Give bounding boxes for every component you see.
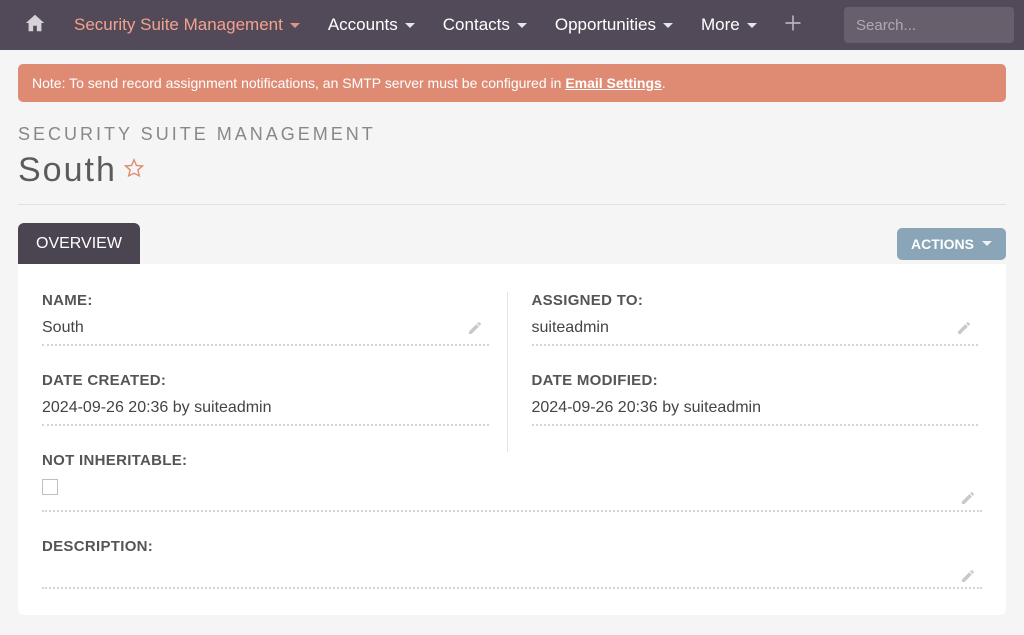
chevron-down-icon: [290, 23, 300, 28]
field-value: 2024-09-26 20:36 by suiteadmin: [532, 399, 979, 426]
actions-label: ACTIONS: [911, 236, 974, 252]
tab-overview[interactable]: OVERVIEW: [18, 223, 140, 264]
overview-panel: NAME: South ASSIGNED TO: suiteadmin DATE…: [18, 264, 1006, 615]
smtp-alert: Note: To send record assignment notifica…: [18, 64, 1006, 102]
actions-button[interactable]: ACTIONS: [897, 228, 1006, 260]
field-assigned-to: ASSIGNED TO: suiteadmin: [532, 292, 979, 346]
field-label: DESCRIPTION:: [42, 538, 982, 555]
nav-more[interactable]: More: [687, 15, 771, 35]
nav-label: Security Suite Management: [74, 15, 283, 35]
header-divider: [18, 204, 1006, 205]
home-icon[interactable]: [10, 12, 60, 39]
chevron-down-icon: [663, 23, 673, 28]
top-nav: Security Suite Management Accounts Conta…: [0, 0, 1024, 50]
field-date-modified: DATE MODIFIED: 2024-09-26 20:36 by suite…: [532, 372, 979, 426]
chevron-down-icon: [405, 23, 415, 28]
nav-opportunities[interactable]: Opportunities: [541, 15, 687, 35]
field-value: [42, 479, 982, 512]
nav-security-suite-management[interactable]: Security Suite Management: [60, 15, 314, 35]
record-title: South: [18, 151, 117, 190]
email-settings-link[interactable]: Email Settings: [565, 75, 661, 91]
field-label: NOT INHERITABLE:: [42, 452, 982, 469]
nav-accounts[interactable]: Accounts: [314, 15, 429, 35]
nav-label: Contacts: [443, 15, 510, 35]
favorite-star-icon[interactable]: [123, 157, 145, 184]
field-name: NAME: South: [42, 292, 489, 346]
module-label: SECURITY SUITE MANAGEMENT: [18, 124, 1006, 145]
page-container: Note: To send record assignment notifica…: [0, 50, 1024, 635]
chevron-down-icon: [517, 23, 527, 28]
alert-prefix: Note: To send record assignment notifica…: [32, 75, 565, 91]
nav-label: More: [701, 15, 740, 35]
nav-label: Accounts: [328, 15, 398, 35]
field-date-created: DATE CREATED: 2024-09-26 20:36 by suitea…: [42, 372, 489, 426]
field-label: NAME:: [42, 292, 489, 309]
search-input[interactable]: [844, 7, 1014, 43]
quick-create-button[interactable]: [771, 13, 815, 38]
edit-icon[interactable]: [960, 568, 976, 589]
field-value: South: [42, 319, 489, 346]
chevron-down-icon: [982, 241, 992, 246]
alert-suffix: .: [662, 75, 666, 91]
field-value: [42, 565, 982, 589]
field-description: DESCRIPTION:: [42, 538, 982, 589]
edit-icon[interactable]: [467, 320, 483, 341]
nav-contacts[interactable]: Contacts: [429, 15, 541, 35]
checkbox-unchecked[interactable]: [42, 479, 58, 495]
chevron-down-icon: [747, 23, 757, 28]
field-not-inheritable: NOT INHERITABLE:: [42, 452, 982, 512]
field-value: 2024-09-26 20:36 by suiteadmin: [42, 399, 489, 426]
edit-icon[interactable]: [956, 320, 972, 341]
nav-label: Opportunities: [555, 15, 656, 35]
tab-actions-row: OVERVIEW ACTIONS: [18, 223, 1006, 264]
field-label: ASSIGNED TO:: [532, 292, 979, 309]
field-label: DATE MODIFIED:: [532, 372, 979, 389]
record-title-row: South: [18, 151, 1006, 190]
field-value: suiteadmin: [532, 319, 979, 346]
edit-icon[interactable]: [960, 490, 976, 511]
field-label: DATE CREATED:: [42, 372, 489, 389]
